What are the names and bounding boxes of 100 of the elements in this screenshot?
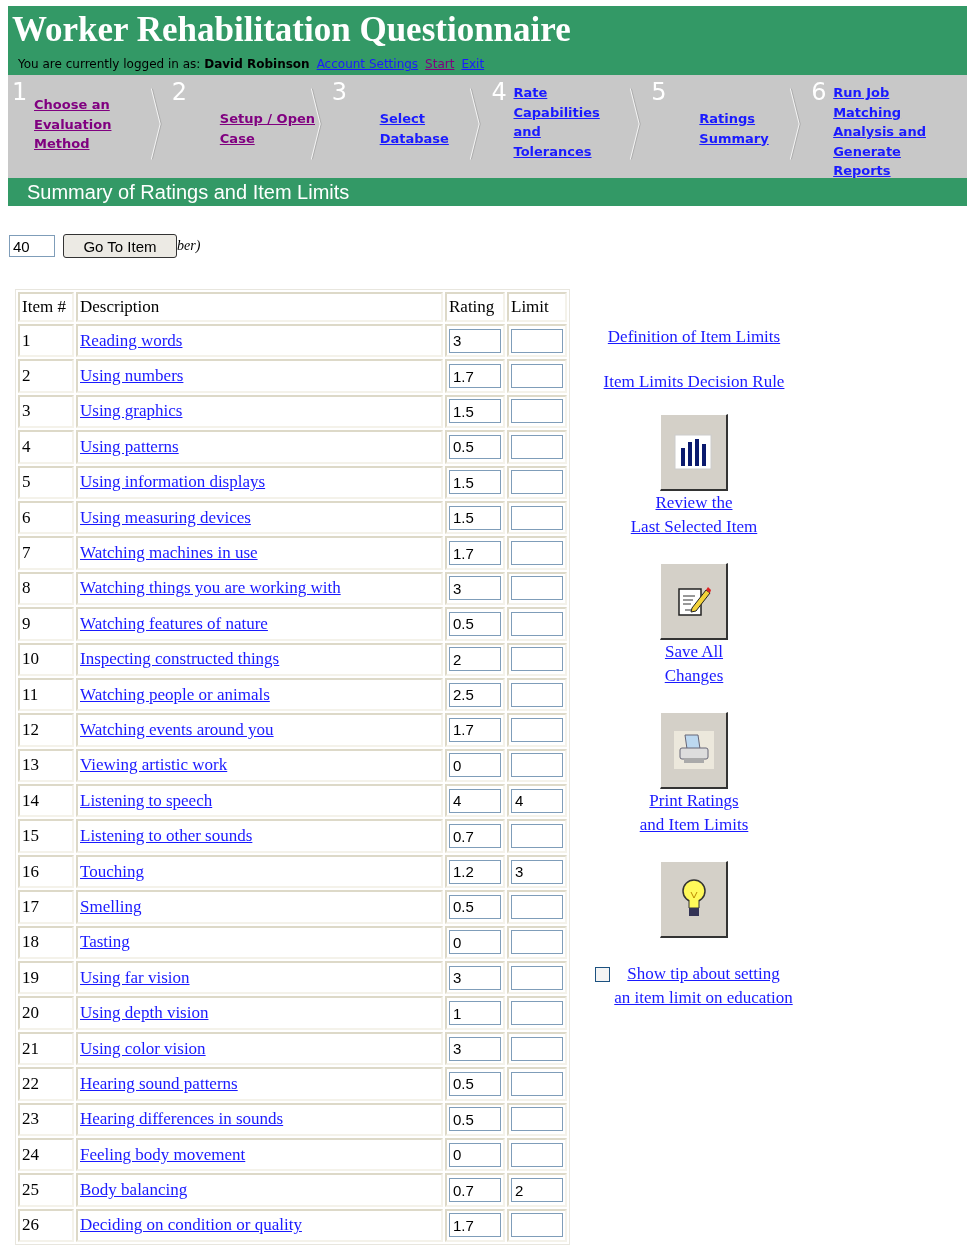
step-link[interactable]: Ratings Summary bbox=[699, 109, 800, 148]
item-number-cell: 13 bbox=[18, 748, 74, 783]
item-link[interactable]: Reading words bbox=[80, 330, 183, 350]
item-link[interactable]: Touching bbox=[80, 861, 144, 881]
step-link[interactable]: Rate Capabilities and Tolerances bbox=[513, 83, 614, 161]
rating-field[interactable]: 1.7 bbox=[449, 718, 501, 742]
item-number-cell: 21 bbox=[18, 1031, 74, 1066]
step-link[interactable]: Run Job Matching Analysis and Generate Reports bbox=[833, 83, 934, 181]
rating-field[interactable]: 0 bbox=[449, 1142, 501, 1167]
rating-field[interactable]: 0 bbox=[449, 930, 501, 955]
limit-field[interactable] bbox=[511, 1071, 563, 1096]
limit-field[interactable] bbox=[511, 541, 563, 566]
rating-field[interactable]: 3 bbox=[449, 965, 501, 990]
rating-field[interactable]: 3 bbox=[449, 576, 501, 601]
limit-field[interactable] bbox=[511, 328, 563, 353]
item-link[interactable]: Using numbers bbox=[80, 366, 184, 386]
item-number-cell: 25 bbox=[18, 1173, 74, 1207]
limit-field[interactable] bbox=[511, 505, 563, 530]
rating-field[interactable]: 0 bbox=[449, 753, 501, 778]
limit-field[interactable] bbox=[511, 470, 563, 495]
item-link[interactable]: Using graphics bbox=[80, 401, 183, 421]
item-number-cell: 17 bbox=[18, 890, 74, 924]
bar-chart-icon bbox=[674, 434, 713, 470]
limit-field[interactable] bbox=[511, 364, 563, 389]
item-number-cell: 26 bbox=[18, 1208, 74, 1243]
item-link[interactable]: Smelling bbox=[80, 896, 142, 916]
item-number-cell: 11 bbox=[18, 677, 74, 712]
rating-field[interactable]: 0.5 bbox=[449, 611, 501, 636]
item-number-field[interactable]: 40 bbox=[9, 235, 55, 257]
side-link[interactable]: Item Limits Decision Rule bbox=[603, 372, 785, 392]
go-to-item-button[interactable]: Go To Item bbox=[63, 234, 177, 258]
rating-field[interactable]: 0.7 bbox=[449, 824, 501, 849]
rating-field[interactable]: 1.5 bbox=[449, 399, 501, 424]
limit-field[interactable] bbox=[511, 965, 563, 990]
item-number-cell: 14 bbox=[18, 784, 74, 818]
rating-field[interactable]: 2 bbox=[449, 647, 501, 672]
limit-field[interactable] bbox=[511, 647, 563, 672]
limit-field[interactable]: 4 bbox=[511, 788, 563, 813]
rating-field[interactable]: 2.5 bbox=[449, 682, 501, 707]
step-link[interactable]: Choose an Evaluation Method bbox=[34, 95, 134, 154]
item-number-cell: 6 bbox=[18, 500, 74, 535]
item-link[interactable]: Body balancing bbox=[80, 1180, 188, 1200]
item-number-cell: 12 bbox=[18, 713, 74, 747]
item-link[interactable]: Using color vision bbox=[80, 1038, 206, 1058]
limit-field[interactable] bbox=[511, 1142, 563, 1167]
rating-field[interactable]: 0.5 bbox=[449, 894, 501, 919]
item-link[interactable]: Using far vision bbox=[80, 967, 190, 987]
limit-field[interactable] bbox=[511, 753, 563, 778]
tip-link[interactable]: Show tip about setting an item limit on education bbox=[614, 962, 793, 1010]
step-link[interactable]: Select Database bbox=[379, 109, 480, 148]
limit-field[interactable]: 3 bbox=[511, 859, 563, 884]
limit-field[interactable] bbox=[511, 718, 563, 742]
side-link[interactable]: Definition of Item Limits bbox=[607, 327, 781, 347]
limit-field[interactable] bbox=[511, 399, 563, 424]
rating-field[interactable]: 3 bbox=[449, 1036, 501, 1061]
limit-field[interactable]: 2 bbox=[511, 1178, 563, 1203]
item-number-cell: 10 bbox=[18, 642, 74, 676]
rating-field[interactable]: 4 bbox=[449, 788, 501, 813]
icon-button[interactable] bbox=[660, 414, 728, 491]
rating-field[interactable]: 1.7 bbox=[449, 1213, 501, 1238]
limit-field[interactable] bbox=[511, 930, 563, 955]
icon-button[interactable] bbox=[660, 861, 728, 938]
chevron-icon bbox=[627, 87, 644, 161]
limit-field[interactable] bbox=[511, 1036, 563, 1061]
icon-button[interactable] bbox=[660, 563, 728, 640]
item-link[interactable]: Using patterns bbox=[80, 436, 179, 456]
limit-field[interactable] bbox=[511, 434, 563, 459]
chevron-icon bbox=[787, 87, 804, 161]
item-link[interactable]: Tasting bbox=[80, 932, 130, 952]
item-number-cell: 7 bbox=[18, 536, 74, 570]
rating-field[interactable]: 0.7 bbox=[449, 1178, 501, 1203]
rating-field[interactable]: 1.7 bbox=[449, 541, 501, 566]
action-link[interactable]: Print Ratings and Item Limits bbox=[639, 789, 749, 837]
item-number-cell: 5 bbox=[18, 465, 74, 499]
rating-field[interactable]: 3 bbox=[449, 328, 501, 353]
step-link[interactable]: Setup / Open Case bbox=[219, 109, 320, 148]
column-header: Description bbox=[76, 292, 443, 322]
limit-field[interactable] bbox=[511, 682, 563, 707]
rating-field[interactable]: 0.5 bbox=[449, 434, 501, 459]
rating-field[interactable]: 1.7 bbox=[449, 364, 501, 389]
limit-field[interactable] bbox=[511, 1107, 563, 1132]
limit-field[interactable] bbox=[511, 576, 563, 601]
limit-field[interactable] bbox=[511, 1213, 563, 1238]
item-number-cell: 18 bbox=[18, 925, 74, 960]
checkbox[interactable] bbox=[595, 967, 611, 982]
rating-field[interactable]: 1 bbox=[449, 1001, 501, 1026]
limit-field[interactable] bbox=[511, 1001, 563, 1026]
column-header: Rating bbox=[445, 292, 505, 322]
limit-field[interactable] bbox=[511, 611, 563, 636]
item-number-cell: 16 bbox=[18, 854, 74, 889]
limit-field[interactable] bbox=[511, 894, 563, 919]
icon-button[interactable] bbox=[660, 712, 728, 789]
rating-field[interactable]: 0.5 bbox=[449, 1071, 501, 1096]
rating-field[interactable]: 0.5 bbox=[449, 1107, 501, 1132]
action-link[interactable]: Review the Last Selected Item bbox=[630, 491, 758, 539]
action-link[interactable]: Save All Changes bbox=[664, 640, 724, 688]
rating-field[interactable]: 1.5 bbox=[449, 505, 501, 530]
rating-field[interactable]: 1.2 bbox=[449, 859, 501, 884]
limit-field[interactable] bbox=[511, 824, 563, 849]
rating-field[interactable]: 1.5 bbox=[449, 470, 501, 495]
